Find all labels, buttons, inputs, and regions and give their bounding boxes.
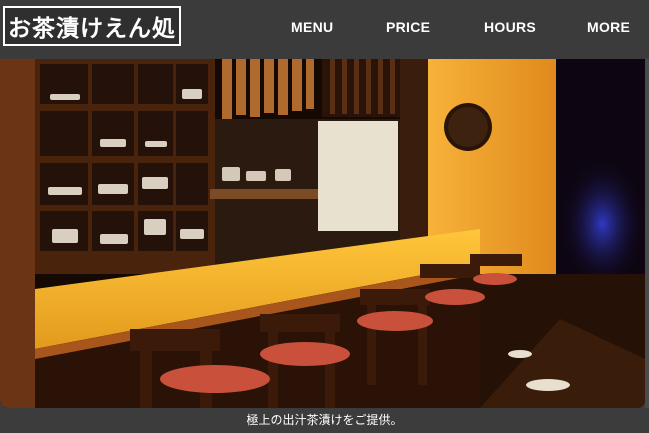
header-bar: お茶漬けえん処 MENU PRICE HOURS MORE <box>0 0 649 59</box>
caption-bar: 極上の出汁茶漬けをご提供。 <box>0 408 649 433</box>
main-nav: MENU PRICE HOURS MORE <box>0 0 649 59</box>
hero-image <box>0 59 645 408</box>
nav-item-menu[interactable]: MENU <box>291 19 333 35</box>
nav-item-more[interactable]: MORE <box>587 19 630 35</box>
scrollbar[interactable] <box>645 59 649 408</box>
nav-item-price[interactable]: PRICE <box>386 19 430 35</box>
nav-item-hours[interactable]: HOURS <box>484 19 536 35</box>
restaurant-counter-illustration <box>0 59 645 408</box>
hero-caption: 極上の出汁茶漬けをご提供。 <box>246 413 403 427</box>
